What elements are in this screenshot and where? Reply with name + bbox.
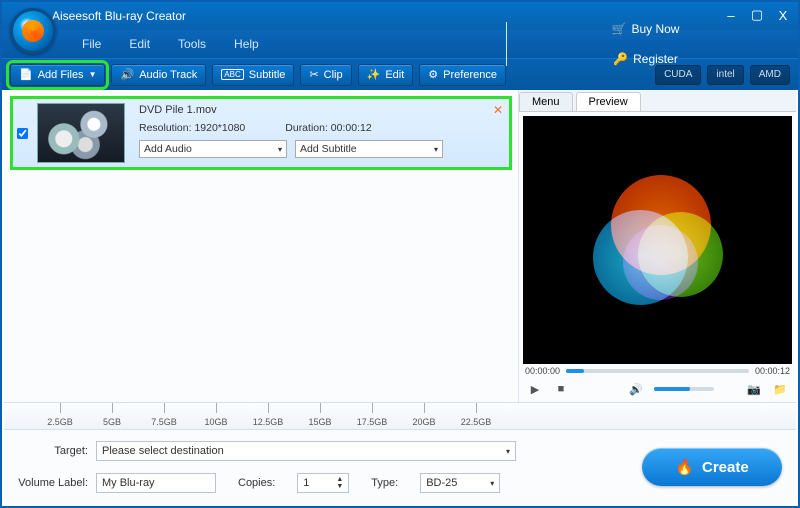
add-file-icon: 📄 bbox=[19, 68, 33, 81]
subtitle-button[interactable]: ABC Subtitle bbox=[212, 64, 294, 86]
chevron-down-icon: ▾ bbox=[490, 479, 494, 488]
tab-menu[interactable]: Menu bbox=[519, 92, 573, 111]
type-combo[interactable]: BD-25▾ bbox=[420, 473, 500, 493]
chevron-down-icon: ▾ bbox=[434, 145, 438, 154]
edit-button[interactable]: ✨ Edit bbox=[358, 64, 414, 86]
create-button[interactable]: 🔥 Create bbox=[642, 448, 782, 486]
remove-file-button[interactable]: ✕ bbox=[491, 103, 505, 117]
subtitle-icon: ABC bbox=[221, 69, 243, 80]
target-combo[interactable]: Please select destination▾ bbox=[96, 441, 516, 461]
audio-track-button[interactable]: 🔊 Audio Track bbox=[111, 64, 206, 86]
copies-spinner[interactable]: 1 ▲▼ bbox=[297, 473, 349, 493]
clip-button[interactable]: ✂ Clip bbox=[300, 64, 351, 86]
gpu-badges: CUDA intel AMD bbox=[655, 65, 790, 85]
volume-label-label: Volume Label: bbox=[18, 477, 88, 489]
snapshot-button[interactable]: 📷 bbox=[746, 383, 762, 396]
preview-viewport bbox=[523, 116, 792, 364]
menu-bar: File Edit Tools Help 🛒 Buy Now 🔑 Registe… bbox=[2, 30, 798, 58]
time-total: 00:00:12 bbox=[755, 366, 790, 376]
copies-label: Copies: bbox=[238, 477, 275, 489]
app-logo bbox=[10, 8, 56, 54]
type-label: Type: bbox=[371, 477, 398, 489]
file-thumbnail bbox=[37, 103, 125, 163]
file-card[interactable]: DVD Pile 1.mov Resolution: 1920*1080 Dur… bbox=[10, 96, 512, 170]
stop-button[interactable]: ■ bbox=[553, 383, 569, 395]
seek-slider[interactable] bbox=[566, 369, 749, 373]
add-subtitle-combo[interactable]: Add Subtitle▾ bbox=[295, 140, 443, 158]
menu-tools[interactable]: Tools bbox=[178, 37, 206, 51]
add-audio-combo[interactable]: Add Audio▾ bbox=[139, 140, 287, 158]
audio-icon: 🔊 bbox=[120, 68, 134, 81]
gpu-amd: AMD bbox=[750, 65, 790, 85]
menu-file[interactable]: File bbox=[82, 37, 101, 51]
menu-help[interactable]: Help bbox=[234, 37, 259, 51]
app-title: Aiseesoft Blu-ray Creator bbox=[52, 9, 186, 23]
menu-edit[interactable]: Edit bbox=[129, 37, 150, 51]
buy-now-button[interactable]: 🛒 Buy Now bbox=[612, 22, 680, 36]
key-icon: 🔑 bbox=[613, 52, 628, 66]
register-button[interactable]: 🔑 Register bbox=[613, 52, 678, 66]
volume-slider[interactable] bbox=[654, 387, 714, 391]
chevron-down-icon: ▾ bbox=[278, 145, 282, 154]
preview-panel: Menu Preview 00:00:00 00:00:12 ▶ ■ 🔊 bbox=[518, 90, 796, 402]
gpu-cuda: CUDA bbox=[655, 65, 701, 85]
cart-icon: 🛒 bbox=[612, 22, 627, 36]
tab-preview[interactable]: Preview bbox=[576, 92, 641, 111]
volume-label-input[interactable]: My Blu-ray bbox=[96, 473, 216, 493]
size-ruler: 2.5GB 5GB 7.5GB 10GB 12.5GB 15GB 17.5GB … bbox=[4, 402, 796, 430]
chevron-down-icon: ▼ bbox=[89, 70, 97, 79]
snapshot-folder-button[interactable]: 📁 bbox=[772, 383, 788, 396]
magic-wand-icon: ✨ bbox=[367, 68, 381, 81]
target-label: Target: bbox=[18, 445, 88, 457]
scissors-icon: ✂ bbox=[309, 68, 318, 81]
add-files-button[interactable]: 📄 Add Files ▼ bbox=[10, 64, 105, 86]
spinner-arrows-icon: ▲▼ bbox=[336, 476, 343, 490]
play-button[interactable]: ▶ bbox=[527, 383, 543, 396]
file-checkbox[interactable] bbox=[16, 127, 27, 138]
preference-button[interactable]: ⚙ Preference bbox=[419, 64, 506, 86]
file-name: DVD Pile 1.mov bbox=[139, 104, 501, 116]
time-current: 00:00:00 bbox=[525, 366, 560, 376]
file-list: DVD Pile 1.mov Resolution: 1920*1080 Dur… bbox=[4, 90, 518, 402]
gpu-intel: intel bbox=[707, 65, 743, 85]
volume-icon[interactable]: 🔊 bbox=[628, 383, 644, 396]
chevron-down-icon: ▾ bbox=[506, 447, 510, 456]
gear-icon: ⚙ bbox=[428, 68, 438, 81]
burn-icon: 🔥 bbox=[675, 458, 694, 476]
